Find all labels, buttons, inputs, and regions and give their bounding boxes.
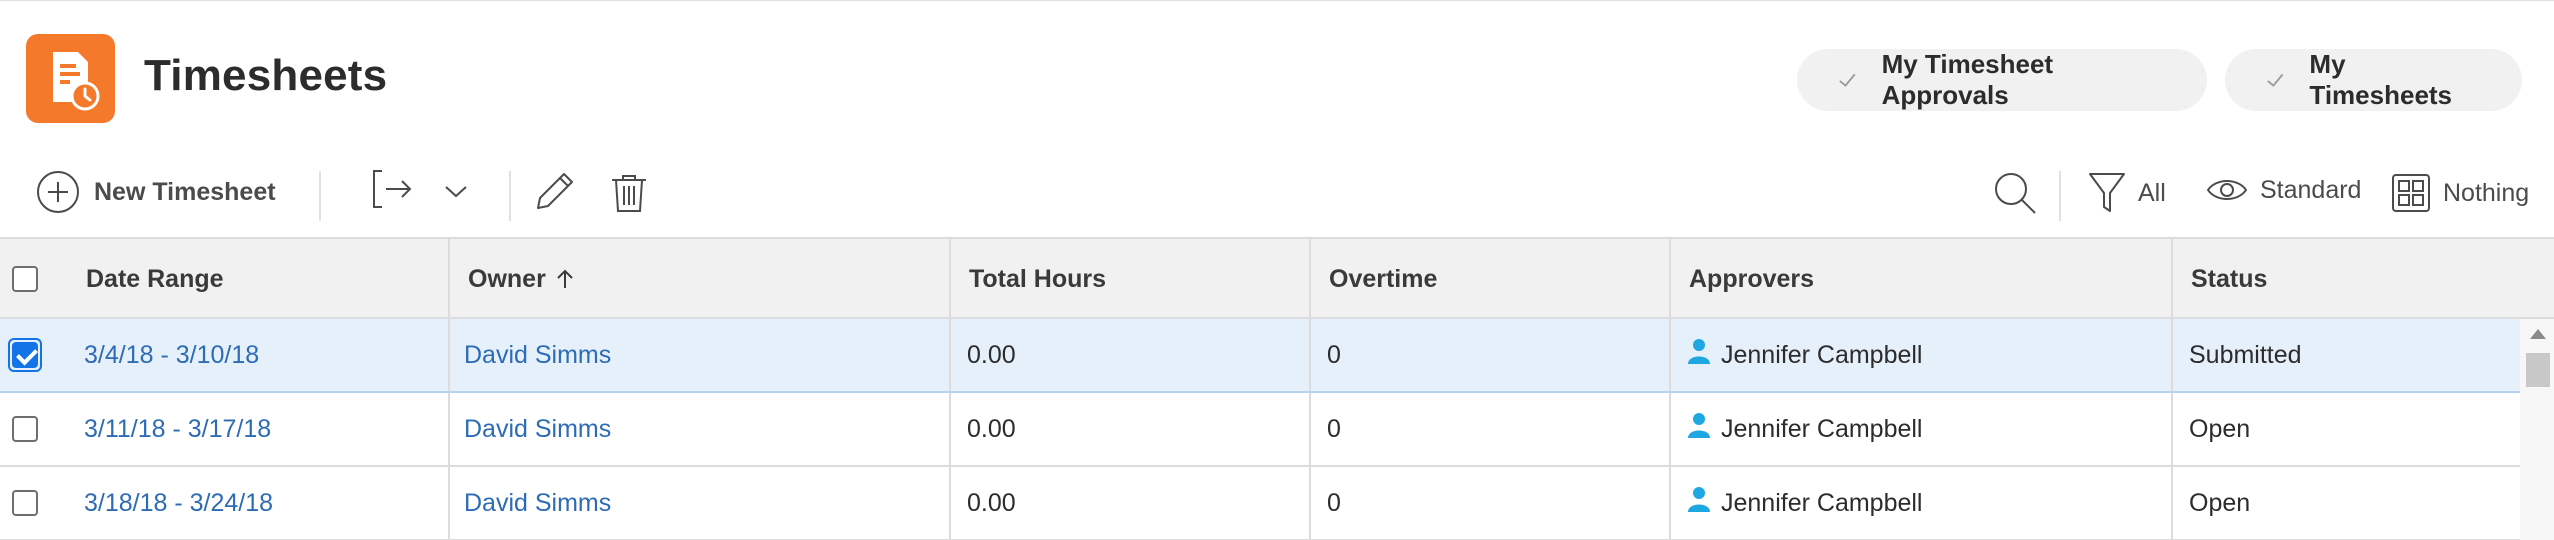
filter-label: All — [2138, 178, 2166, 207]
plus-circle-icon — [37, 171, 79, 213]
column-header-owner[interactable]: Owner — [450, 239, 951, 319]
select-all-checkbox-cell — [0, 239, 66, 319]
overtime-cell: 0 — [1311, 393, 1671, 465]
approver-name: Jennifer Campbell — [1721, 414, 1923, 443]
user-icon — [1688, 413, 1710, 438]
my-timesheets-button[interactable]: My Timesheets — [2225, 49, 2522, 111]
table-row[interactable]: 3/11/18 - 3/17/18 David Simms 0.00 0 Jen… — [0, 393, 2520, 467]
toolbar-divider — [319, 171, 321, 221]
toolbar: New Timesheet All Standard Nothing — [0, 151, 2554, 237]
row-checkbox[interactable] — [12, 416, 38, 442]
trash-icon — [612, 175, 646, 212]
my-timesheet-approvals-button[interactable]: My Timesheet Approvals — [1797, 49, 2207, 111]
timesheets-app: Timesheets My Timesheet Approvals My Tim… — [0, 0, 2554, 540]
table-row[interactable]: 3/4/18 - 3/10/18 David Simms 0.00 0 Jenn… — [0, 319, 2520, 393]
row-checkbox[interactable] — [12, 342, 38, 368]
owner-link[interactable]: David Simms — [450, 319, 951, 391]
grid-icon — [2392, 174, 2430, 212]
view-button[interactable]: Standard — [2206, 175, 2361, 205]
total-hours-cell: 0.00 — [951, 393, 1311, 465]
table-row[interactable]: 3/18/18 - 3/24/18 David Simms 0.00 0 Jen… — [0, 467, 2520, 540]
approver-name: Jennifer Campbell — [1721, 340, 1923, 369]
column-header-date-range[interactable]: Date Range — [66, 239, 450, 319]
row-checkbox-focus — [8, 338, 42, 372]
chevron-down-icon — [445, 186, 467, 198]
toolbar-divider — [2059, 171, 2061, 221]
vertical-scrollbar[interactable] — [2520, 319, 2554, 540]
check-icon — [2267, 73, 2284, 87]
row-checkbox-cell — [0, 319, 66, 391]
column-label: Approvers — [1689, 264, 1815, 293]
approver-cell: Jennifer Campbell — [1671, 319, 2173, 391]
filter-button[interactable]: All — [2088, 171, 2166, 215]
timesheet-clock-icon — [26, 34, 115, 123]
date-range-link[interactable]: 3/4/18 - 3/10/18 — [66, 319, 450, 391]
check-icon — [1839, 73, 1856, 87]
delete-button[interactable] — [610, 173, 648, 213]
sort-ascending-icon — [557, 269, 573, 288]
toolbar-divider — [509, 171, 511, 221]
select-all-checkbox[interactable] — [12, 266, 38, 292]
owner-link[interactable]: David Simms — [450, 467, 951, 539]
date-range-link[interactable]: 3/11/18 - 3/17/18 — [66, 393, 450, 465]
new-timesheet-label: New Timesheet — [94, 177, 276, 206]
date-range-link[interactable]: 3/18/18 - 3/24/18 — [66, 467, 450, 539]
page-title: Timesheets — [144, 51, 388, 100]
status-cell: Open — [2189, 414, 2251, 443]
filter-icon — [2089, 173, 2125, 212]
approver-cell: Jennifer Campbell — [1671, 467, 2173, 539]
row-checkbox-cell — [0, 467, 66, 539]
my-timesheet-approvals-label: My Timesheet Approvals — [1881, 49, 2054, 110]
column-header-status[interactable]: Status — [2173, 239, 2523, 319]
column-label: Owner — [468, 264, 546, 293]
search-button[interactable] — [1993, 171, 2037, 215]
edit-button[interactable] — [532, 170, 576, 214]
new-timesheet-button[interactable]: New Timesheet — [36, 169, 276, 215]
column-label: Status — [2191, 264, 2268, 293]
scroll-up-arrow-icon[interactable] — [2530, 329, 2546, 339]
scroll-thumb[interactable] — [2526, 353, 2550, 387]
search-icon — [1995, 173, 2036, 214]
total-hours-cell: 0.00 — [951, 319, 1311, 391]
column-label: Date Range — [86, 264, 224, 293]
overtime-cell: 0 — [1311, 467, 1671, 539]
page-header: Timesheets My Timesheet Approvals My Tim… — [0, 1, 2554, 151]
my-timesheets-label: My Timesheets — [2309, 49, 2453, 110]
pencil-icon — [537, 173, 573, 209]
column-header-overtime[interactable]: Overtime — [1311, 239, 1671, 319]
export-icon — [373, 170, 412, 208]
column-label: Overtime — [1329, 264, 1438, 293]
group-label: Nothing — [2443, 178, 2530, 207]
approver-cell: Jennifer Campbell — [1671, 393, 2173, 465]
view-label: Standard — [2260, 175, 2362, 204]
column-header-approvers[interactable]: Approvers — [1671, 239, 2173, 319]
export-dropdown-button[interactable] — [442, 181, 470, 201]
row-checkbox[interactable] — [12, 490, 38, 516]
table-header: Date Range Owner Total Hours Overtime Ap… — [0, 237, 2554, 319]
status-cell: Submitted — [2189, 340, 2302, 369]
user-icon — [1688, 487, 1710, 512]
eye-icon — [2206, 180, 2248, 200]
owner-link[interactable]: David Simms — [450, 393, 951, 465]
overtime-cell: 0 — [1311, 319, 1671, 391]
status-cell: Open — [2189, 488, 2251, 517]
column-header-total-hours[interactable]: Total Hours — [951, 239, 1311, 319]
column-label: Total Hours — [969, 264, 1107, 293]
row-checkbox-cell — [0, 393, 66, 465]
group-button[interactable]: Nothing — [2391, 173, 2529, 213]
total-hours-cell: 0.00 — [951, 467, 1311, 539]
user-icon — [1688, 339, 1710, 364]
approver-name: Jennifer Campbell — [1721, 488, 1923, 517]
export-button[interactable] — [370, 167, 414, 211]
